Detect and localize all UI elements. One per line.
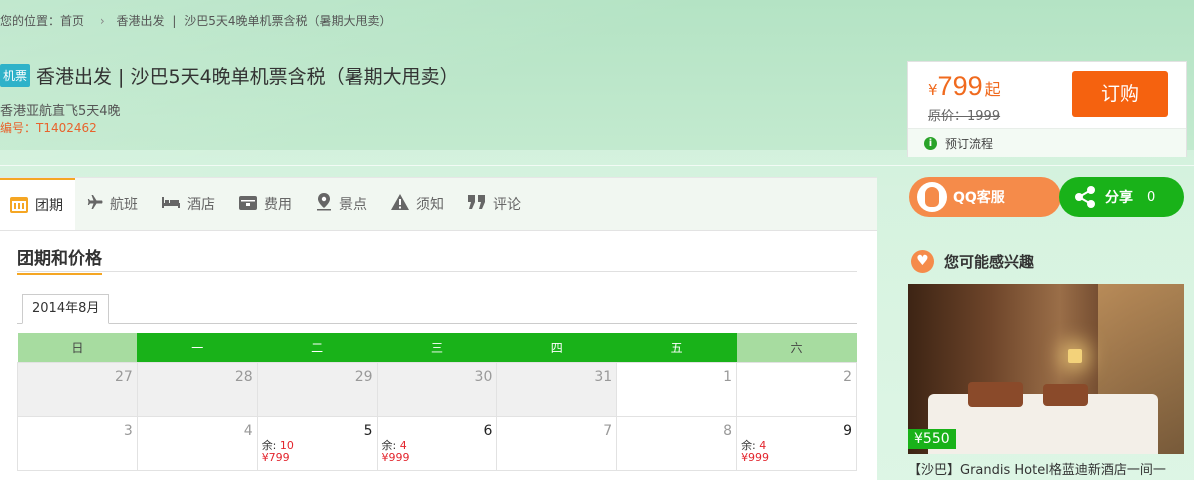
breadcrumb: 您的位置：首页 › 香港出发 | 沙巴5天4晚单机票含税（暑期大甩卖）: [0, 12, 395, 29]
price-card: ¥799 起 原价：1999 订购 i 预订流程: [907, 61, 1187, 157]
section-divider: [17, 271, 857, 272]
calendar-day-available[interactable]: 6 余: 4 ¥999: [376, 415, 498, 471]
share-count: 0: [1147, 189, 1156, 205]
weekday-header: 日 一 二 三 四 五 六: [17, 333, 857, 362]
calendar-day: 28: [136, 361, 258, 417]
tab-notice[interactable]: 须知: [379, 178, 456, 230]
book-button[interactable]: 订购: [1072, 71, 1168, 117]
recommend-heading: ♥ 您可能感兴趣: [911, 250, 1034, 273]
wallet-icon: [239, 195, 257, 214]
calendar-day: 30: [376, 361, 498, 417]
breadcrumb-item-product: 沙巴5天4晚单机票含税（暑期大甩卖）: [184, 14, 392, 28]
share-icon: [1073, 185, 1097, 209]
calendar-week: 3 4 5 余: 10 ¥799 6 余: 4 ¥999 7 8 9 余: 4 …: [17, 415, 857, 471]
calendar-day: 8: [616, 415, 738, 471]
heart-icon: ♥: [911, 250, 934, 273]
breadcrumb-separator: |: [172, 14, 177, 28]
detail-tabs: 团期 航班 酒店 费用 景点 须知 评论: [0, 178, 877, 231]
page-title: 香港出发 | 沙巴5天4晚单机票含税（暑期大甩卖）: [36, 66, 459, 88]
calendar-day: 3: [17, 415, 138, 471]
weekday-fri: 五: [616, 333, 737, 362]
calendar-day: 27: [17, 361, 138, 417]
calendar-day-available[interactable]: 9 余: 4 ¥999: [736, 415, 857, 471]
day-price: ¥799: [261, 450, 290, 464]
calendar-day: 1: [616, 361, 738, 417]
tab-schedule[interactable]: 团期: [0, 178, 75, 230]
qq-icon: [917, 182, 947, 212]
quote-icon: [468, 195, 486, 213]
hotel-price-badge: ¥550: [908, 429, 956, 449]
calendar-day: 31: [496, 361, 618, 417]
location-pin-icon: [316, 193, 332, 215]
weekday-mon: 一: [137, 333, 258, 362]
day-price: ¥999: [741, 450, 770, 464]
share-label: 分享: [1105, 190, 1133, 206]
hotel-name-link[interactable]: 【沙巴】Grandis Hotel格蓝迪新酒店一间一: [908, 459, 1194, 478]
chevron-right-icon: ›: [99, 14, 105, 28]
month-tab-line: [17, 323, 857, 324]
calendar-icon: [10, 197, 28, 213]
breadcrumb-home[interactable]: 您的位置：首页: [0, 14, 84, 28]
booking-process-link[interactable]: i 预订流程: [908, 128, 1186, 157]
tab-fees[interactable]: 费用: [227, 178, 304, 230]
breadcrumb-item-departure[interactable]: 香港出发: [116, 14, 164, 28]
share-button[interactable]: 分享 0: [1059, 177, 1184, 217]
warning-icon: [391, 194, 409, 214]
product-type-badge: 机票: [0, 64, 31, 87]
weekday-sat: 六: [736, 333, 857, 362]
tab-attractions[interactable]: 景点: [304, 178, 379, 230]
schedule-calendar: 日 一 二 三 四 五 六 27 28 29 30 31 1 2 3 4 5 余…: [17, 333, 857, 471]
current-price: ¥799 起: [928, 71, 1001, 101]
weekday-sun: 日: [17, 333, 138, 362]
tab-flight[interactable]: 航班: [75, 178, 150, 230]
weekday-thu: 四: [496, 333, 617, 362]
calendar-day: 7: [496, 415, 618, 471]
plane-icon: [87, 194, 103, 214]
booking-process-label: 预订流程: [945, 136, 994, 151]
tab-reviews[interactable]: 评论: [456, 178, 533, 230]
info-icon: i: [924, 136, 937, 150]
qq-service-button[interactable]: QQ客服: [909, 177, 1061, 217]
calendar-day-available[interactable]: 5 余: 10 ¥799: [256, 415, 378, 471]
calendar-day: 4: [136, 415, 258, 471]
weekday-tue: 二: [257, 333, 378, 362]
product-subtitle: 香港亚航直飞5天4晚: [0, 104, 121, 119]
calendar-day: 2: [736, 361, 857, 417]
bed-icon: [162, 195, 180, 213]
original-price: 原价：1999: [928, 109, 1001, 124]
header-divider: [0, 165, 1194, 166]
day-price: ¥999: [381, 450, 410, 464]
calendar-week: 27 28 29 30 31 1 2: [17, 361, 857, 417]
weekday-wed: 三: [377, 333, 497, 362]
calendar-day: 29: [256, 361, 378, 417]
product-code: 编号：T1402462: [0, 121, 97, 135]
product-title-row: 机票 香港出发 | 沙巴5天4晚单机票含税（暑期大甩卖）: [0, 62, 459, 89]
main-panel: 团期 航班 酒店 费用 景点 须知 评论 团期和价格 2014年8月 日 一 二…: [0, 177, 877, 480]
tab-hotel[interactable]: 酒店: [150, 178, 227, 230]
month-tab[interactable]: 2014年8月: [22, 294, 110, 324]
